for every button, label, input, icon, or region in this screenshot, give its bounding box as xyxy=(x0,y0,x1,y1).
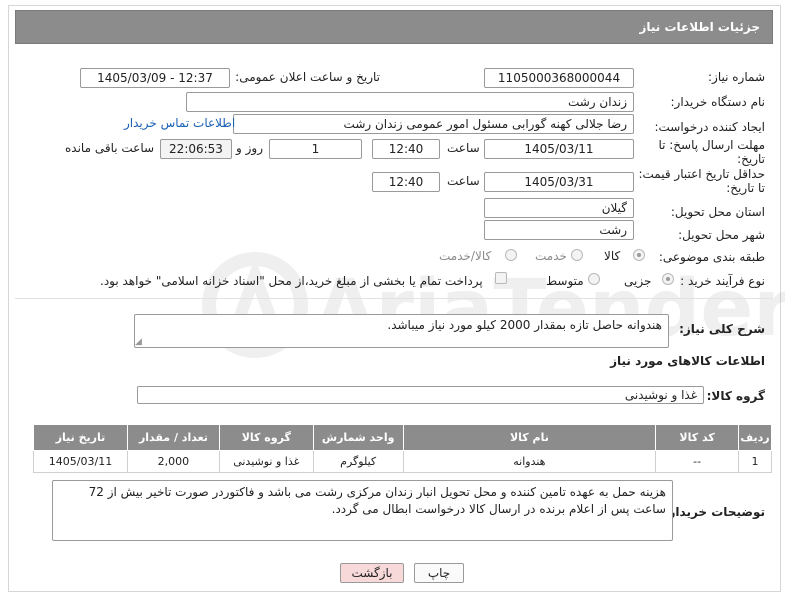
treasury-payment-checkbox[interactable] xyxy=(495,272,507,284)
process-radio-medium[interactable] xyxy=(588,273,600,285)
price-validity-date-field: 1405/03/31 xyxy=(484,172,634,192)
buyer-org-label: نام دستگاه خریدار: xyxy=(670,95,766,109)
price-validity-time-label: ساعت xyxy=(447,174,480,188)
category-radio-goods-service[interactable] xyxy=(505,249,517,261)
resize-grip-icon: ◢ xyxy=(135,337,142,347)
col-header-name: نام کالا xyxy=(402,424,657,451)
goods-info-title: اطلاعات کالاهای مورد نیاز xyxy=(610,354,765,368)
creator-label: ایجاد کننده درخواست: xyxy=(654,120,765,134)
buyer-notes-textarea[interactable]: هزینه حمل به عهده تامین کننده و محل تحوی… xyxy=(52,480,673,541)
price-validity-label-2: تا تاریخ: xyxy=(726,181,765,195)
deadline-label-2: تاریخ: xyxy=(737,152,765,166)
category-option-service: خدمت xyxy=(535,249,567,263)
cell-unit: کیلوگرم xyxy=(312,450,404,473)
category-radio-service[interactable] xyxy=(571,249,583,261)
deadline-time-label: ساعت xyxy=(447,141,480,155)
cell-group: غذا و نوشیدنی xyxy=(218,450,314,473)
buyer-notes-label: توضیحات خریدار: xyxy=(663,505,765,519)
page-title: جزئیات اطلاعات نیاز xyxy=(639,20,760,34)
buyer-contact-link[interactable]: اطلاعات تماس خریدار xyxy=(124,116,235,130)
announce-date-field: 1405/03/09 - 12:37 xyxy=(80,68,230,88)
cell-row-num: 1 xyxy=(738,450,772,473)
deadline-label-1: مهلت ارسال پاسخ: تا xyxy=(658,138,765,152)
creator-field: رضا جلالی کهنه گورابی مسئول امور عمومی ز… xyxy=(233,114,634,134)
price-validity-label-1: حداقل تاریخ اعتبار قیمت: xyxy=(638,167,765,181)
process-radio-minor[interactable] xyxy=(662,273,674,285)
col-header-row-num: ردیف xyxy=(738,424,772,451)
col-header-code: کد کالا xyxy=(655,424,740,451)
days-label: روز و xyxy=(236,141,263,155)
buyer-org-field: زندان رشت xyxy=(186,92,634,112)
goods-group-field: غذا و نوشیدنی xyxy=(137,386,704,404)
category-radio-goods[interactable] xyxy=(633,249,645,261)
category-option-goods: کالا xyxy=(604,249,621,263)
category-option-goods-service: کالا/خدمت xyxy=(439,249,492,263)
col-header-group: گروه کالا xyxy=(218,424,314,451)
goods-group-label: گروه کالا: xyxy=(706,389,765,403)
province-label: استان محل تحویل: xyxy=(670,205,765,219)
need-number-label: شماره نیاز: xyxy=(708,70,765,84)
process-option-medium: متوسط xyxy=(546,274,584,288)
col-header-quantity: تعداد / مقدار xyxy=(127,424,220,451)
back-button[interactable]: بازگشت xyxy=(340,563,404,583)
cell-name: هندوانه xyxy=(402,450,657,473)
col-header-unit: واحد شمارش xyxy=(312,424,404,451)
city-label: شهر محل تحویل: xyxy=(678,228,765,242)
remaining-time-label: ساعت باقی مانده xyxy=(65,141,155,155)
divider xyxy=(15,298,773,299)
process-option-minor: جزیی xyxy=(624,274,652,288)
days-field: 1 xyxy=(269,139,362,159)
need-number-field: 1105000368000044 xyxy=(484,68,634,88)
col-header-need-date: تاریخ نیاز xyxy=(33,424,128,451)
table-row: 1 -- هندوانه کیلوگرم غذا و نوشیدنی 2,000… xyxy=(33,450,772,473)
treasury-payment-note: پرداخت تمام یا بخشی از مبلغ خرید،از محل … xyxy=(100,274,483,288)
goods-table: ردیف کد کالا نام کالا واحد شمارش گروه کا… xyxy=(33,424,772,473)
province-field: گیلان xyxy=(484,198,634,218)
price-validity-time-field: 12:40 xyxy=(372,172,440,192)
cell-code: -- xyxy=(655,450,740,473)
deadline-time-field: 12:40 xyxy=(372,139,440,159)
description-label: شرح کلی نیاز: xyxy=(679,322,765,336)
remaining-time-field: 22:06:53 xyxy=(160,139,232,159)
category-label: طبقه بندی موضوعی: xyxy=(658,250,765,264)
page-header: جزئیات اطلاعات نیاز xyxy=(15,10,773,44)
cell-quantity: 2,000 xyxy=(127,450,220,473)
process-label: نوع فرآیند خرید : xyxy=(680,274,765,288)
print-button[interactable]: چاپ xyxy=(414,563,464,583)
description-textarea[interactable]: هندوانه حاصل تازه بمقدار 2000 کیلو مورد … xyxy=(134,314,669,348)
announce-date-label: تاریخ و ساعت اعلان عمومی: xyxy=(235,70,380,84)
cell-need-date: 1405/03/11 xyxy=(33,450,128,473)
goods-table-header-row: ردیف کد کالا نام کالا واحد شمارش گروه کا… xyxy=(33,424,772,451)
deadline-date-field: 1405/03/11 xyxy=(484,139,634,159)
city-field: رشت xyxy=(484,220,634,240)
